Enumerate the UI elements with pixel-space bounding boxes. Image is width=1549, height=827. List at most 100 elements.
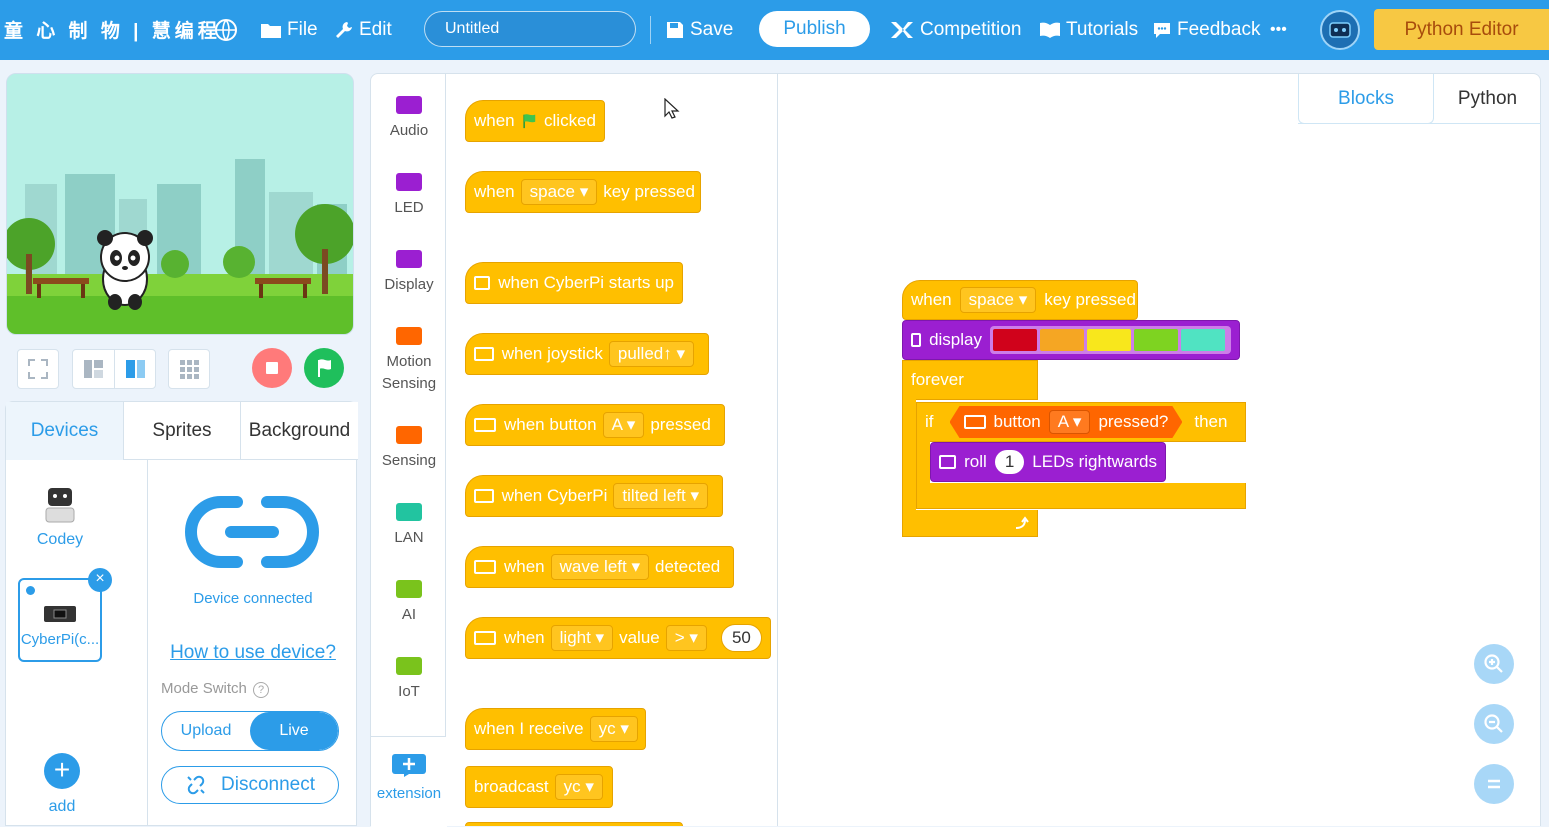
help-icon[interactable]: ? [253, 682, 270, 698]
wave-dropdown[interactable]: wave left ▾ [550, 554, 649, 580]
script-roll-leds[interactable]: roll 1 LEDs rightwards [930, 442, 1166, 482]
connected-dot [26, 586, 35, 595]
block-when-cyberpi-tilted[interactable]: when CyberPi tilted left ▾ [465, 475, 723, 517]
stage-canvas[interactable] [6, 73, 354, 335]
condition-button-pressed[interactable]: button A ▾ pressed? [950, 406, 1183, 438]
threshold-input[interactable]: 50 [720, 624, 762, 652]
if-arm [916, 441, 930, 483]
tab-python[interactable]: Python [1434, 74, 1541, 124]
block-when-button[interactable]: when button A ▾ pressed [465, 404, 725, 446]
category-ai[interactable]: AI [371, 580, 447, 626]
disconnect-button[interactable]: Disconnect [161, 766, 339, 804]
tab-blocks[interactable]: Blocks [1298, 74, 1434, 124]
block-when-light-value[interactable]: when light ▾ value > ▾ 50 [465, 617, 771, 659]
city-park-backdrop [7, 74, 353, 334]
tab-devices[interactable]: Devices [6, 402, 124, 460]
file-menu[interactable]: File [260, 0, 318, 60]
category-motion-sensing[interactable]: Motion Sensing [371, 327, 447, 395]
zoom-out-button[interactable] [1474, 704, 1514, 744]
sensor-dropdown[interactable]: light ▾ [550, 625, 614, 651]
large-stage-icon [126, 360, 145, 378]
color-swatch[interactable] [1181, 329, 1225, 351]
roll-count-input[interactable]: 1 [994, 450, 1025, 474]
feedback-link[interactable]: Feedback [1152, 0, 1260, 60]
how-to-use-link[interactable]: How to use device? [149, 642, 357, 664]
large-stage-button[interactable] [114, 350, 155, 388]
device-codey[interactable]: Codey [18, 484, 102, 554]
small-stage-icon [84, 360, 103, 378]
operator-dropdown[interactable]: > ▾ [665, 625, 707, 651]
python-editor-button[interactable]: Python Editor [1374, 9, 1549, 50]
joystick-dropdown[interactable]: pulled↑ ▾ [608, 341, 694, 367]
fullscreen-button[interactable] [17, 349, 59, 389]
category-audio-label: Audio [389, 122, 429, 139]
category-sensing[interactable]: Sensing [371, 426, 447, 472]
category-audio[interactable]: Audio [371, 96, 447, 142]
key-dropdown[interactable]: space ▾ [959, 287, 1037, 313]
dropdown-value: tilted left [622, 486, 686, 505]
block-broadcast[interactable]: broadcast yc ▾ [465, 766, 613, 808]
block-text: when [504, 557, 545, 576]
forever-arm [902, 399, 916, 511]
brand-logo: 童 心 制 物 | 慧编程 [4, 21, 221, 42]
edit-menu[interactable]: Edit [334, 0, 392, 60]
live-mode-button[interactable]: Live [250, 712, 338, 750]
script-when-key-pressed[interactable]: when space ▾ key pressed [902, 280, 1138, 320]
upload-mode-button[interactable]: Upload [162, 712, 250, 750]
stop-button[interactable] [252, 348, 292, 388]
block-text: when I receive [474, 719, 584, 738]
project-title-input[interactable] [424, 11, 636, 47]
color-swatch[interactable] [1087, 329, 1131, 351]
avatar[interactable] [1320, 10, 1360, 50]
tab-background[interactable]: Background [241, 402, 358, 460]
zoom-reset-button[interactable] [1474, 764, 1514, 804]
key-dropdown[interactable]: space ▾ [520, 179, 598, 205]
color-swatch-row[interactable] [990, 326, 1231, 354]
device-connected-icon [185, 496, 319, 568]
script-display-colors[interactable]: display [902, 320, 1240, 360]
block-when-flag-clicked[interactable]: when clicked [465, 100, 605, 142]
device-detail: Device connected How to use device? Mode… [149, 460, 357, 826]
block-when-i-receive[interactable]: when I receive yc ▾ [465, 708, 646, 750]
category-lan[interactable]: LAN [371, 503, 447, 549]
category-led[interactable]: LED [371, 173, 447, 219]
category-display[interactable]: Display [371, 250, 447, 296]
more-menu[interactable]: ••• [1270, 0, 1287, 60]
message-dropdown[interactable]: yc ▾ [589, 716, 638, 742]
add-device-button[interactable]: + [44, 753, 80, 789]
green-flag-button[interactable] [304, 348, 344, 388]
category-iot-label: IoT [398, 683, 420, 700]
broadcast-dropdown[interactable]: yc ▾ [554, 774, 603, 800]
block-when-cyberpi-starts[interactable]: when CyberPi starts up [465, 262, 683, 304]
competition-link[interactable]: Competition [889, 0, 1021, 60]
tilt-dropdown[interactable]: tilted left ▾ [613, 483, 708, 509]
script-workspace[interactable]: Blocks Python when space ▾ key pressed d… [778, 73, 1541, 826]
small-stage-button[interactable] [73, 350, 114, 388]
block-when-joystick[interactable]: when joystick pulled↑ ▾ [465, 333, 709, 375]
zoom-in-button[interactable] [1474, 644, 1514, 684]
color-swatch[interactable] [993, 329, 1037, 351]
category-iot[interactable]: IoT [371, 657, 447, 703]
save-button[interactable]: Save [665, 0, 733, 60]
remove-device-button[interactable]: × [88, 568, 112, 592]
block-when-wave-detected[interactable]: when wave left ▾ detected [465, 546, 734, 588]
category-led-label: LED [394, 199, 424, 216]
color-swatch[interactable] [1134, 329, 1178, 351]
block-when-key-pressed[interactable]: when space ▾ key pressed [465, 171, 701, 213]
block-text: when button [504, 415, 597, 434]
block-partial[interactable] [465, 822, 683, 826]
tab-sprites[interactable]: Sprites [124, 402, 241, 460]
language-button[interactable] [214, 0, 243, 60]
category-lan-label: LAN [394, 529, 424, 546]
button-dropdown[interactable]: A ▾ [1049, 410, 1091, 434]
publish-button[interactable]: Publish [759, 11, 870, 47]
color-swatch[interactable] [1040, 329, 1084, 351]
how-to-use-label: How to use device? [170, 642, 336, 663]
script-if-then[interactable]: if button A ▾ pressed? then [916, 402, 1246, 442]
script-forever[interactable]: forever [902, 360, 1038, 400]
grid-view-button[interactable] [168, 349, 210, 389]
extension-button[interactable]: extension [371, 736, 447, 827]
device-cyberpi[interactable]: × CyberPi(c... [18, 568, 112, 662]
tutorials-link[interactable]: Tutorials [1039, 0, 1138, 60]
button-dropdown[interactable]: A ▾ [602, 412, 645, 438]
